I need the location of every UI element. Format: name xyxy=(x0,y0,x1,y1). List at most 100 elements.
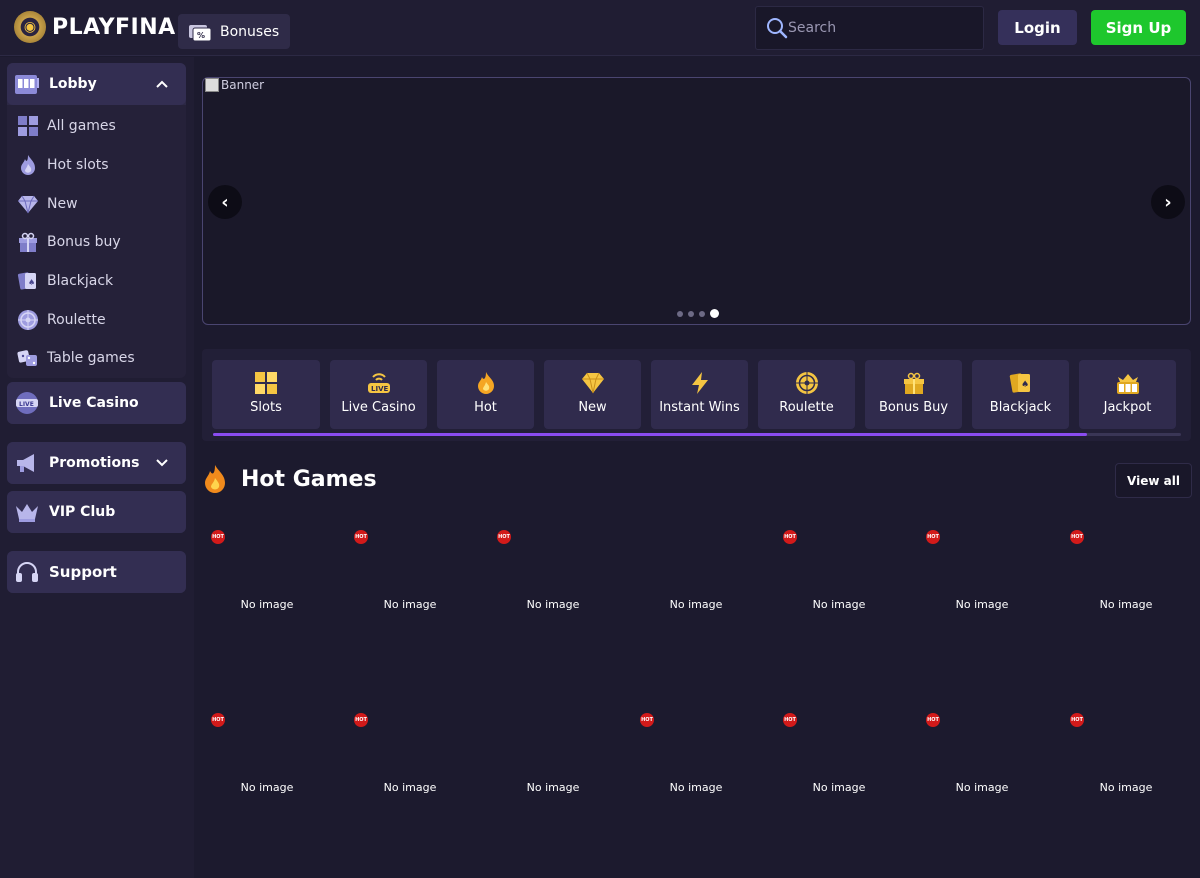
category-bonus-buy[interactable]: Bonus Buy xyxy=(865,360,962,429)
category-slots[interactable]: Slots xyxy=(212,360,320,429)
carousel-dot-active[interactable] xyxy=(710,309,719,318)
game-no-image-text: No image xyxy=(383,781,437,794)
sidebar-item-label: Table games xyxy=(47,350,135,367)
sidebar-item-blackjack[interactable]: ♠ Blackjack xyxy=(7,262,186,301)
category-label: Slots xyxy=(250,400,282,415)
view-all-button[interactable]: View all xyxy=(1115,463,1192,498)
category-scrollbar[interactable] xyxy=(213,433,1181,436)
category-hot[interactable]: Hot xyxy=(437,360,534,429)
game-no-image-text: No image xyxy=(669,598,723,611)
category-label: Bonus Buy xyxy=(878,400,949,415)
sidebar-item-label: Roulette xyxy=(47,311,106,328)
game-no-image-text: No image xyxy=(1099,781,1153,794)
gift-icon xyxy=(17,231,39,253)
game-card[interactable]: HOT No image xyxy=(1061,523,1196,693)
flame-icon xyxy=(17,154,39,176)
sidebar-item-hot-slots[interactable]: Hot slots xyxy=(7,146,186,185)
roulette-icon xyxy=(17,309,39,331)
carousel-prev-button[interactable]: ‹ xyxy=(208,185,242,219)
banner-broken-image: Banner xyxy=(205,78,264,92)
carousel-dot[interactable] xyxy=(688,310,694,317)
diamond-icon xyxy=(580,370,606,396)
category-new[interactable]: New xyxy=(544,360,641,429)
game-no-image-text: No image xyxy=(526,598,580,611)
logo-badge-icon: ◉ xyxy=(14,11,46,43)
login-button[interactable]: Login xyxy=(998,10,1077,45)
game-card[interactable]: HOT No image xyxy=(488,523,623,693)
sidebar-item-bonus-buy[interactable]: Bonus buy xyxy=(7,223,186,262)
carousel-next-button[interactable]: › xyxy=(1151,185,1185,219)
game-card[interactable]: HOT No image xyxy=(202,706,337,876)
roulette-icon xyxy=(794,370,820,396)
game-card[interactable]: HOT No image xyxy=(631,706,766,876)
game-card[interactable]: HOT No image xyxy=(917,523,1052,693)
sidebar-item-promotions[interactable]: Promotions xyxy=(7,442,186,484)
hot-badge: HOT xyxy=(211,713,225,727)
game-card[interactable]: HOT No image xyxy=(1061,706,1196,876)
lightning-icon xyxy=(687,370,713,396)
bonus-ticket-icon: % xyxy=(188,22,212,42)
bonuses-button[interactable]: % Bonuses xyxy=(178,14,290,49)
sidebar-item-label: All games xyxy=(47,118,116,135)
sidebar-item-label: Blackjack xyxy=(47,273,114,290)
chevron-up-icon xyxy=(156,77,168,91)
category-scrollbar-thumb[interactable] xyxy=(213,433,1087,436)
category-roulette[interactable]: Roulette xyxy=(758,360,855,429)
promotions-label: Promotions xyxy=(49,455,140,471)
game-card[interactable]: HOT No image xyxy=(774,523,909,693)
hot-badge: HOT xyxy=(1070,713,1084,727)
search-icon xyxy=(766,17,788,39)
megaphone-icon xyxy=(14,450,40,476)
promo-banner-carousel[interactable]: Banner ‹ › xyxy=(202,77,1191,325)
flame-icon xyxy=(473,370,499,396)
signup-button[interactable]: Sign Up xyxy=(1091,10,1186,45)
grid-icon xyxy=(253,370,279,396)
promotions-group: Promotions xyxy=(7,442,186,484)
game-no-image-text: No image xyxy=(240,781,294,794)
lobby-header[interactable]: Lobby xyxy=(7,63,186,105)
sidebar-item-new[interactable]: New xyxy=(7,184,186,223)
category-jackpot[interactable]: Jackpot xyxy=(1079,360,1176,429)
sidebar-item-all-games[interactable]: All games xyxy=(7,107,186,146)
game-card[interactable]: No image xyxy=(488,706,623,876)
category-blackjack[interactable]: ♠ Blackjack xyxy=(972,360,1069,429)
game-no-image-text: No image xyxy=(812,781,866,794)
game-no-image-text: No image xyxy=(955,598,1009,611)
grid-icon xyxy=(17,115,39,137)
slot-machine-icon xyxy=(1115,370,1141,396)
support-group: Support xyxy=(7,551,186,593)
sidebar-item-live-casino[interactable]: LIVE Live Casino xyxy=(7,382,186,424)
sidebar-item-table-games[interactable]: Table games xyxy=(7,339,186,378)
search-input[interactable] xyxy=(788,20,968,36)
sidebar-item-vip-club[interactable]: VIP Club xyxy=(7,491,186,533)
category-instant-wins[interactable]: Instant Wins xyxy=(651,360,748,429)
category-label: Roulette xyxy=(779,400,834,415)
site-logo[interactable]: ◉ PLAYFINA xyxy=(14,11,176,43)
sidebar-item-support[interactable]: Support xyxy=(7,551,186,593)
headset-icon xyxy=(14,559,40,585)
sidebar-item-label: Bonus buy xyxy=(47,234,121,251)
game-no-image-text: No image xyxy=(955,781,1009,794)
hot-games-title: Hot Games xyxy=(241,466,377,492)
hot-badge: HOT xyxy=(497,530,511,544)
game-card[interactable]: HOT No image xyxy=(345,523,480,693)
svg-text:%: % xyxy=(197,31,205,40)
crown-icon xyxy=(14,499,40,525)
hot-games-heading: Hot Games xyxy=(202,464,377,494)
search-box[interactable] xyxy=(755,6,984,50)
game-card[interactable]: HOT No image xyxy=(345,706,480,876)
game-no-image-text: No image xyxy=(812,598,866,611)
game-card[interactable]: HOT No image xyxy=(202,523,337,693)
hot-badge: HOT xyxy=(783,713,797,727)
carousel-dot[interactable] xyxy=(677,310,683,317)
game-card[interactable]: HOT No image xyxy=(774,706,909,876)
category-live-casino[interactable]: LIVE Live Casino xyxy=(330,360,427,429)
chevron-down-icon xyxy=(156,456,168,470)
sidebar-item-roulette[interactable]: Roulette xyxy=(7,300,186,339)
game-card[interactable]: No image xyxy=(631,523,766,693)
game-no-image-text: No image xyxy=(526,781,580,794)
game-card[interactable]: HOT No image xyxy=(917,706,1052,876)
live-casino-group: LIVE Live Casino xyxy=(7,382,186,424)
top-header: ◉ PLAYFINA % Bonuses Login Sign Up xyxy=(0,0,1200,56)
carousel-dot[interactable] xyxy=(699,310,705,317)
